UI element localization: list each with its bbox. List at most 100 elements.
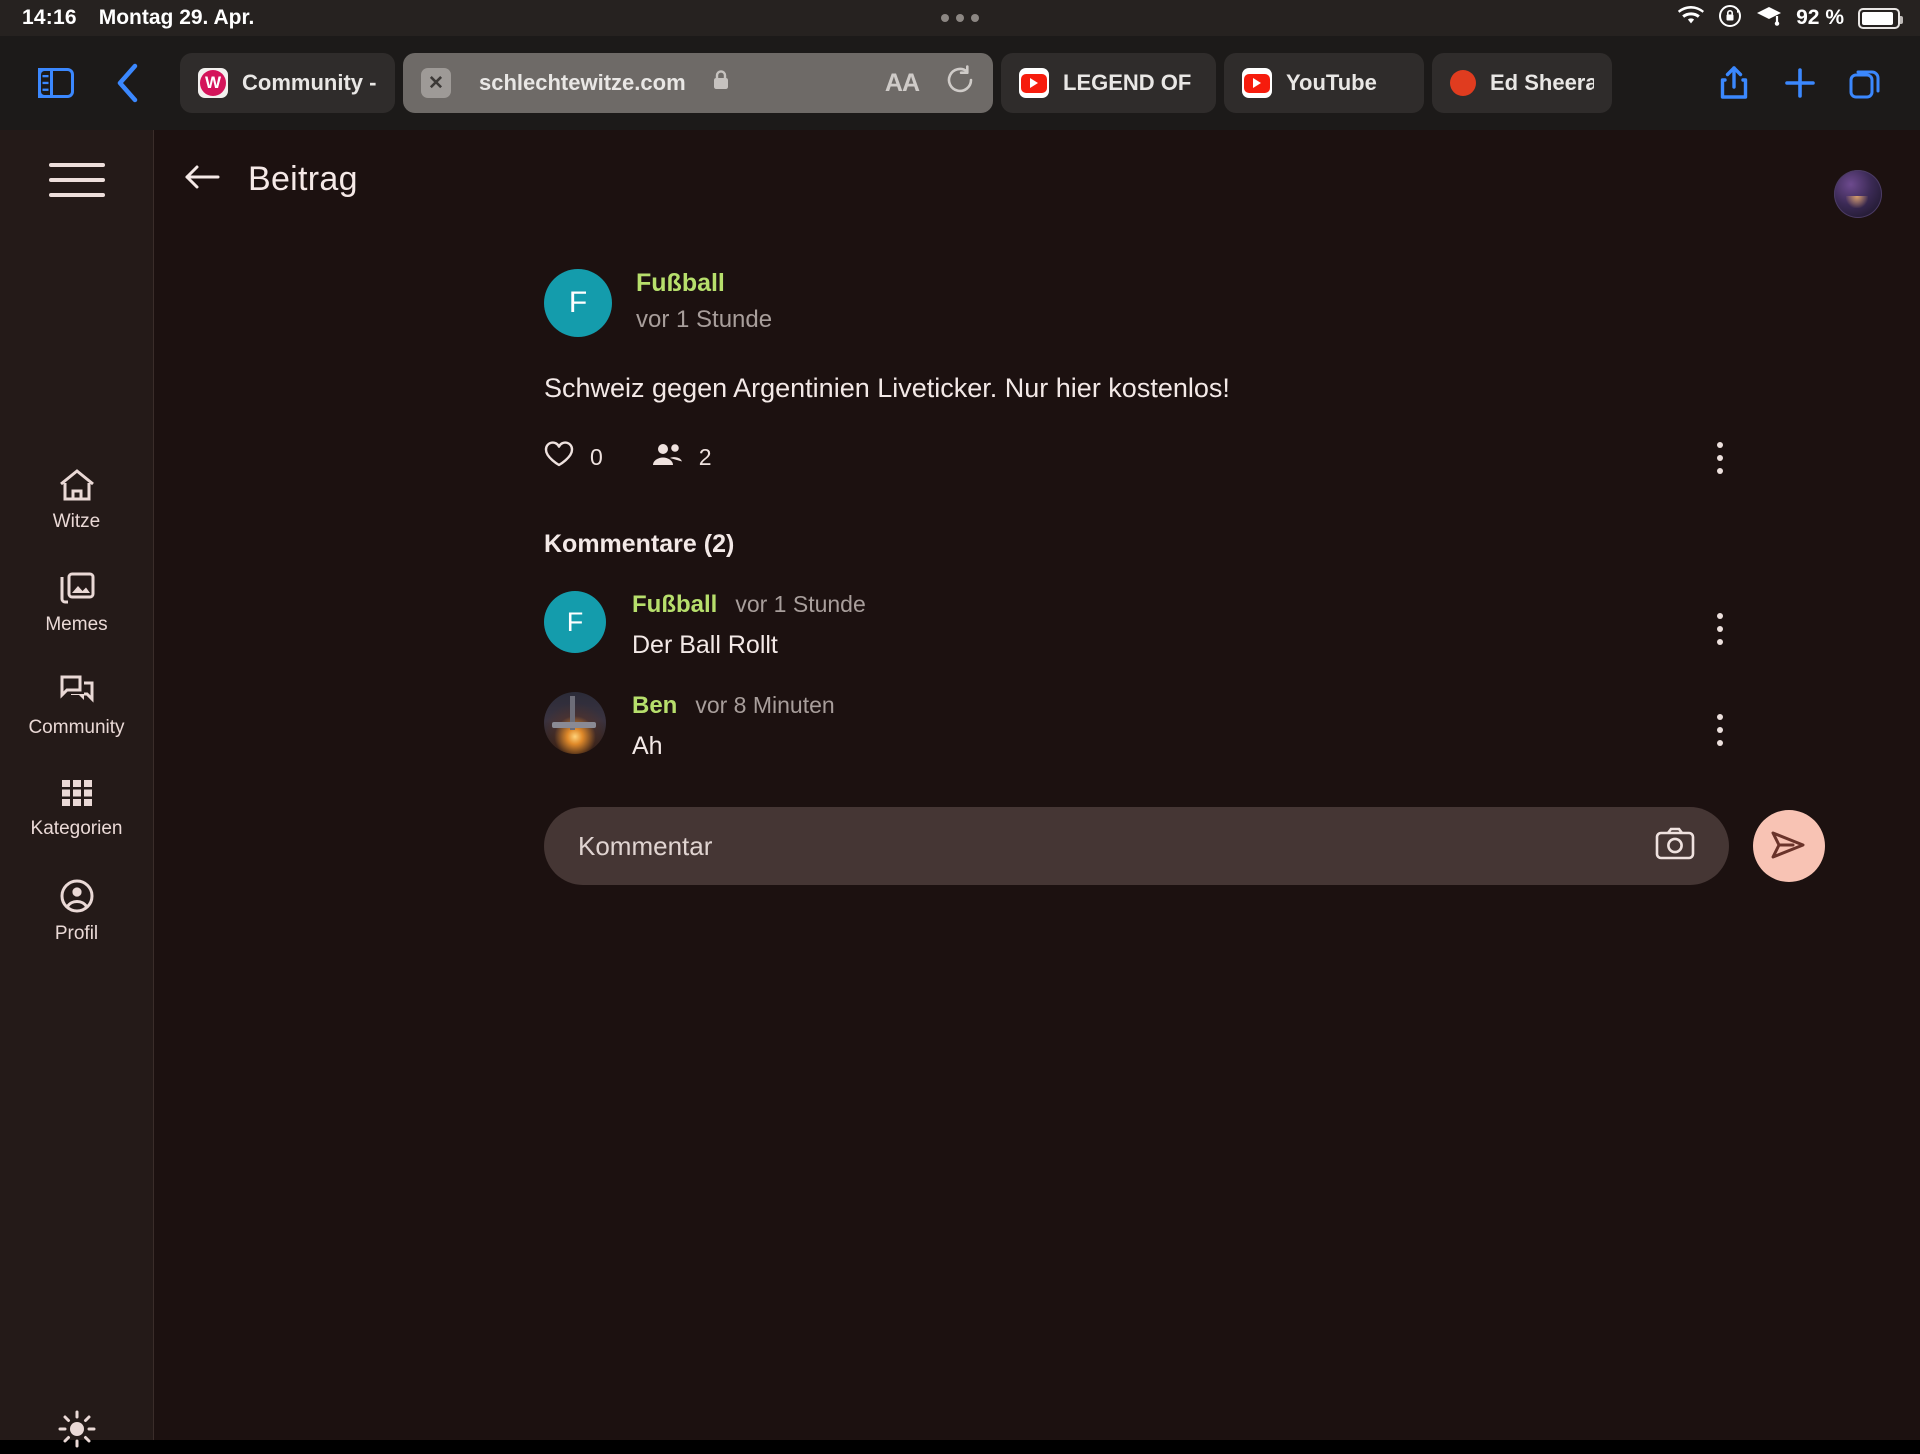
heart-outline-icon	[544, 440, 574, 474]
status-bar-right: 92 %	[1678, 4, 1903, 33]
send-button[interactable]	[1753, 810, 1825, 882]
comment-author-name[interactable]: Fußball	[632, 591, 717, 619]
hamburger-icon[interactable]	[48, 158, 105, 202]
send-icon	[1770, 829, 1808, 864]
web-app-root: Witze Memes Community Kategorien Profil …	[0, 130, 1920, 1448]
post: F Fußball vor 1 Stunde Schweiz gegen Arg…	[154, 199, 1920, 885]
sidebar-item-memes[interactable]: Memes	[0, 555, 153, 658]
browser-tab[interactable]: W Community -	[180, 53, 395, 113]
comments-heading: Kommentare (2)	[544, 530, 735, 558]
plus-icon[interactable]	[1772, 55, 1828, 111]
comment-input[interactable]	[578, 830, 1655, 862]
like-button[interactable]: 0	[544, 440, 603, 474]
home-icon	[58, 468, 96, 502]
comment-item: Ben vor 8 Minuten Ah	[544, 692, 1920, 761]
comment-author-avatar[interactable]: F	[544, 591, 606, 653]
grid-icon	[59, 777, 95, 809]
camera-icon[interactable]	[1655, 827, 1695, 866]
comment-item: F Fußball vor 1 Stunde Der Ball Rollt	[544, 591, 1920, 660]
sun-icon[interactable]	[57, 1409, 97, 1454]
lock-icon	[712, 69, 730, 97]
comment-menu-button[interactable]	[1716, 613, 1724, 645]
wifi-icon	[1678, 5, 1705, 31]
youtube-icon	[1242, 68, 1272, 98]
post-timestamp: vor 1 Stunde	[636, 306, 773, 333]
post-author-avatar[interactable]: F	[544, 269, 612, 337]
comment-menu-button[interactable]	[1716, 714, 1724, 746]
browser-tab[interactable]: Ed Sheeran -	[1432, 53, 1612, 113]
handle-dot	[941, 14, 949, 22]
photo-library-icon	[58, 571, 96, 605]
focus-study-icon	[1756, 5, 1782, 32]
reload-icon[interactable]	[945, 65, 975, 101]
sidebar-item-label: Witze	[52, 511, 101, 532]
sidebar-item-witze[interactable]: Witze	[0, 452, 153, 555]
comment-timestamp: vor 8 Minuten	[695, 692, 835, 718]
share-icon[interactable]	[1706, 55, 1762, 111]
people-icon	[651, 441, 683, 473]
active-tab-actions: AA	[885, 65, 975, 101]
tab-title: LEGEND OF Z	[1063, 70, 1198, 95]
tabs-icon[interactable]	[1838, 55, 1894, 111]
participants-count: 2	[698, 443, 712, 470]
browser-tab-active[interactable]: ✕ schlechtewitze.com AA	[403, 53, 993, 113]
tab-title: Community -	[242, 70, 377, 95]
app-sidebar: Witze Memes Community Kategorien Profil	[0, 130, 154, 1448]
safari-tab-bar: W Community - ✕ schlechtewitze.com AA LE…	[0, 36, 1920, 130]
comment-input-wrapper[interactable]	[544, 807, 1729, 885]
sidebar-item-label: Kategorien	[30, 818, 123, 839]
browser-tab[interactable]: LEGEND OF Z	[1001, 53, 1216, 113]
battery-percent: 92 %	[1796, 6, 1844, 29]
avatar[interactable]	[1834, 170, 1882, 218]
sidebar-nav: Witze Memes Community Kategorien Profil	[0, 452, 153, 967]
post-actions: 0 2	[544, 440, 1920, 474]
comment-text: Ah	[632, 732, 663, 760]
browser-tab[interactable]: YouTube	[1224, 53, 1424, 113]
sidebar-item-label: Memes	[45, 614, 108, 635]
status-bar-left: 14:16 Montag 29. Apr.	[0, 6, 254, 30]
comment-text: Der Ball Rollt	[632, 631, 778, 659]
soundcloud-icon	[1450, 70, 1476, 96]
date-label: Montag 29. Apr.	[98, 6, 255, 29]
participants-indicator[interactable]: 2	[651, 441, 712, 473]
comment-composer	[544, 807, 1920, 885]
chevron-left-icon[interactable]	[100, 55, 156, 111]
comment-meta: Fußball vor 1 Stunde Der Ball Rollt	[632, 591, 866, 660]
sidebar-item-label: Profil	[54, 923, 99, 944]
close-icon[interactable]: ✕	[421, 68, 451, 98]
app-content: Beitrag F Fußball vor 1 Stunde Schweiz g…	[154, 130, 1920, 1440]
sidebar-item-kategorien[interactable]: Kategorien	[0, 761, 153, 862]
tab-title: schlechtewitze.com	[479, 70, 686, 95]
post-author-name[interactable]: Fußball	[636, 269, 772, 298]
comment-meta: Ben vor 8 Minuten Ah	[632, 692, 835, 761]
comment-author-name[interactable]: Ben	[632, 692, 677, 720]
post-author-meta: Fußball vor 1 Stunde	[636, 269, 772, 337]
post-body: Schweiz gegen Argentinien Liveticker. Nu…	[544, 373, 1230, 403]
chat-bubbles-icon	[58, 674, 96, 708]
text-size-button[interactable]: AA	[885, 69, 920, 98]
sidebar-item-label: Community	[28, 717, 125, 738]
comment-author-avatar[interactable]	[544, 692, 606, 754]
post-menu-button[interactable]	[1716, 442, 1724, 474]
clock: 14:16	[22, 6, 77, 29]
sidebar-item-community[interactable]: Community	[0, 658, 153, 761]
witze-w-icon: W	[198, 68, 228, 98]
page-title: Beitrag	[248, 160, 358, 198]
account-circle-icon	[58, 878, 96, 914]
multitask-handle[interactable]	[941, 14, 979, 22]
post-author-row: F Fußball vor 1 Stunde	[544, 269, 1920, 337]
tab-strip: W Community - ✕ schlechtewitze.com AA LE…	[180, 53, 1706, 113]
sidebar-item-profil[interactable]: Profil	[0, 862, 153, 967]
battery-icon	[1858, 7, 1903, 29]
like-count: 0	[590, 443, 603, 470]
rotation-lock-icon	[1718, 4, 1742, 33]
sidebar-icon[interactable]	[28, 55, 84, 111]
youtube-icon	[1019, 68, 1049, 98]
tab-title: Ed Sheeran -	[1490, 70, 1594, 95]
browser-toolbar	[1706, 55, 1894, 111]
handle-dot	[971, 14, 979, 22]
page-header: Beitrag	[154, 130, 1920, 199]
arrow-left-icon[interactable]	[184, 162, 220, 197]
comment-timestamp: vor 1 Stunde	[735, 591, 866, 617]
handle-dot	[956, 14, 964, 22]
